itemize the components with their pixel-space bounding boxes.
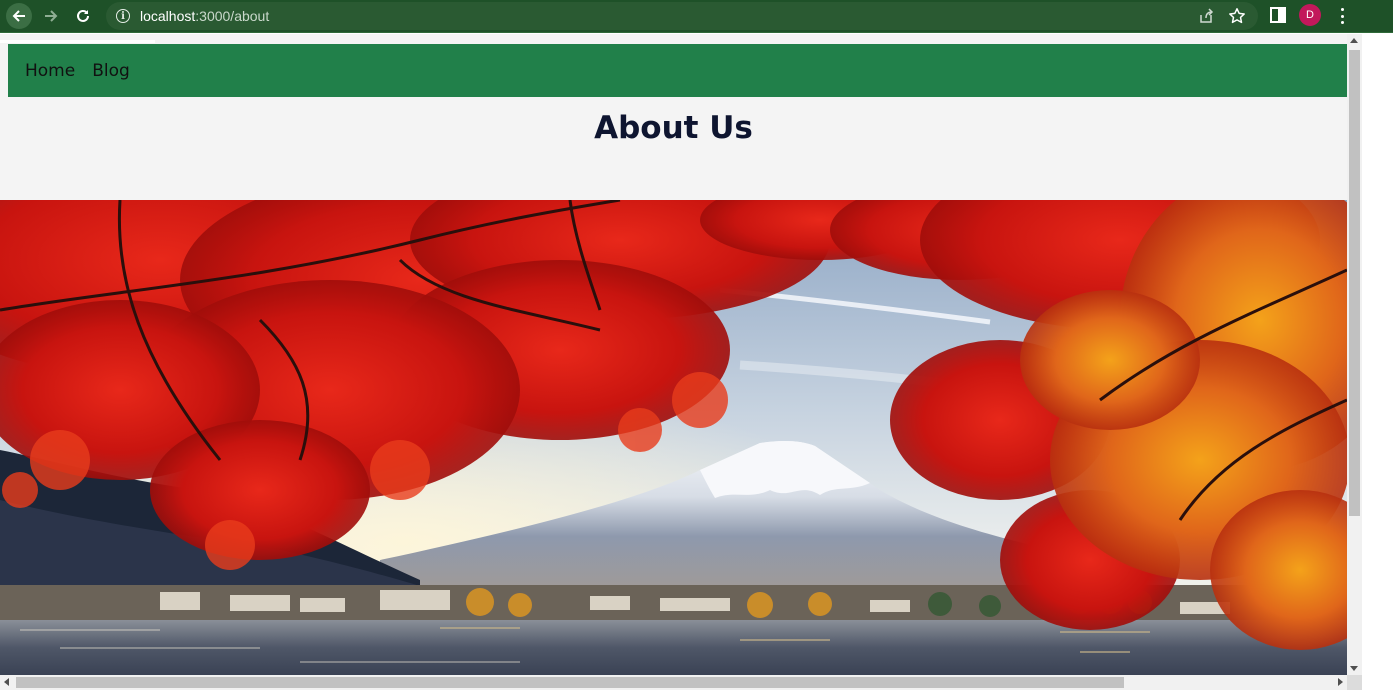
share-icon[interactable] — [1198, 8, 1214, 24]
url-text[interactable]: localhost:3000/about — [140, 8, 269, 24]
profile-avatar[interactable]: D — [1299, 4, 1321, 26]
forward-button[interactable] — [38, 3, 64, 29]
reload-icon — [77, 9, 89, 22]
bookmark-star-icon[interactable] — [1228, 7, 1246, 25]
side-panel-icon[interactable] — [1270, 7, 1286, 23]
vertical-scroll-thumb[interactable] — [1349, 50, 1360, 516]
scroll-left-icon[interactable] — [4, 678, 9, 686]
address-bar[interactable]: i localhost:3000/about — [106, 2, 1258, 30]
site-info-icon[interactable]: i — [116, 9, 130, 23]
browser-toolbar: i localhost:3000/about D — [0, 0, 1393, 33]
back-button[interactable] — [6, 3, 32, 29]
site-navbar: Home Blog — [8, 44, 1347, 97]
page-viewport: Home Blog About Us — [0, 34, 1347, 675]
mount-fuji-landscape-image — [0, 200, 1347, 675]
horizontal-scroll-thumb[interactable] — [16, 677, 1124, 688]
horizontal-scrollbar[interactable] — [0, 675, 1347, 690]
reload-button[interactable] — [70, 3, 96, 29]
arrow-right-icon — [45, 10, 58, 22]
scroll-right-icon[interactable] — [1338, 678, 1343, 686]
scroll-up-icon[interactable] — [1350, 38, 1358, 43]
scroll-down-icon[interactable] — [1350, 666, 1358, 671]
vertical-scrollbar[interactable] — [1347, 34, 1362, 675]
active-tab-indicator — [0, 40, 155, 43]
scrollbar-corner — [1347, 675, 1362, 690]
hero-image — [0, 200, 1347, 675]
arrow-left-icon — [12, 10, 25, 22]
nav-link-blog[interactable]: Blog — [92, 61, 130, 81]
page-title: About Us — [594, 110, 753, 146]
nav-link-home[interactable]: Home — [25, 61, 75, 81]
browser-menu-icon[interactable] — [1334, 6, 1350, 26]
